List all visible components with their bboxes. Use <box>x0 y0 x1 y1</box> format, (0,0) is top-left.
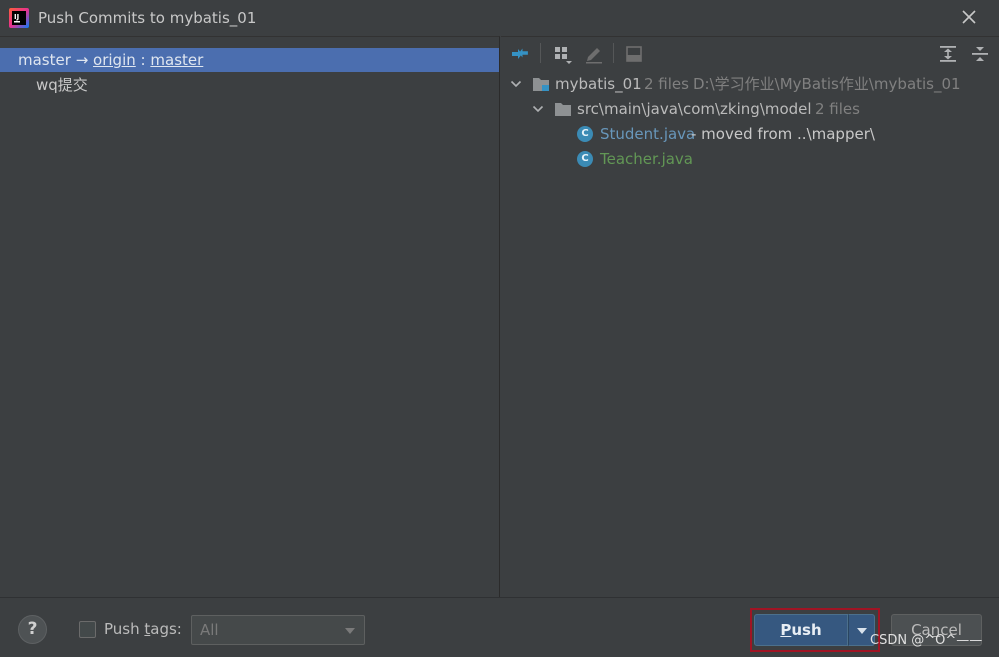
window-title: Push Commits to mybatis_01 <box>38 9 257 27</box>
local-branch: master <box>18 51 71 69</box>
push-arrow: → <box>75 51 89 69</box>
push-label-rest: ush <box>791 621 822 639</box>
module-folder-icon <box>533 78 549 91</box>
module-name: mybatis_01 <box>555 75 642 93</box>
dropdown-arrow-icon <box>345 628 355 634</box>
java-class-icon: C <box>577 151 593 167</box>
collapse-all-icon[interactable] <box>969 43 991 65</box>
commits-panel: master → origin : master wq提交 <box>0 36 500 597</box>
group-by-icon[interactable] <box>552 43 574 65</box>
java-class-icon: C <box>577 126 593 142</box>
toolbar-separator <box>540 43 541 63</box>
edit-icon[interactable] <box>583 43 605 65</box>
file-name: Student.java <box>600 125 696 143</box>
branch-row[interactable]: master → origin : master <box>0 48 499 72</box>
intellij-app-icon: IJ <box>9 8 29 28</box>
compare-icon[interactable] <box>509 43 531 65</box>
show-diff-icon[interactable] <box>623 43 645 65</box>
tags-select[interactable]: All <box>191 615 365 645</box>
push-tags-label-prefix: Push <box>104 620 145 638</box>
folder-name: src\main\java\com\zking\model <box>577 100 812 118</box>
commit-item[interactable]: wq提交 <box>36 73 88 97</box>
expand-all-icon[interactable] <box>937 43 959 65</box>
chevron-down-icon[interactable] <box>509 77 523 91</box>
remote-branch-link[interactable]: master <box>150 51 203 69</box>
close-icon[interactable] <box>959 7 979 27</box>
chevron-down-icon[interactable] <box>531 102 545 116</box>
svg-text:IJ: IJ <box>14 13 19 21</box>
help-button[interactable]: ? <box>18 615 47 644</box>
push-label-mnemonic: P <box>780 621 792 639</box>
push-button[interactable]: Push <box>754 614 848 646</box>
file-move-note: - moved from ..\mapper\ <box>691 125 875 143</box>
chevron-down-icon <box>857 628 867 634</box>
push-tags-checkbox[interactable] <box>79 621 96 638</box>
remote-separator: : <box>140 51 146 69</box>
file-name: Teacher.java <box>600 150 694 168</box>
push-tags-label-suffix: ags: <box>150 620 182 638</box>
folder-file-count: 2 files <box>815 100 860 118</box>
tags-select-value: All <box>200 621 219 639</box>
toolbar-separator <box>613 43 614 63</box>
module-file-count: 2 files <box>644 75 689 93</box>
watermark: CSDN @^O^—— <box>870 633 983 648</box>
dialog-footer: ? Push tags: All Push Cancel CSDN @^O^—— <box>0 597 999 657</box>
module-path: D:\学习作业\MyBatis作业\mybatis_01 <box>693 75 961 93</box>
folder-icon <box>555 103 571 116</box>
title-bar: IJ Push Commits to mybatis_01 <box>0 0 999 36</box>
changes-panel: mybatis_01 2 files D:\学习作业\MyBatis作业\myb… <box>501 36 999 597</box>
remote-name-link[interactable]: origin <box>93 51 136 69</box>
push-tags-label[interactable]: Push tags: <box>104 620 182 638</box>
changes-toolbar <box>501 37 999 69</box>
